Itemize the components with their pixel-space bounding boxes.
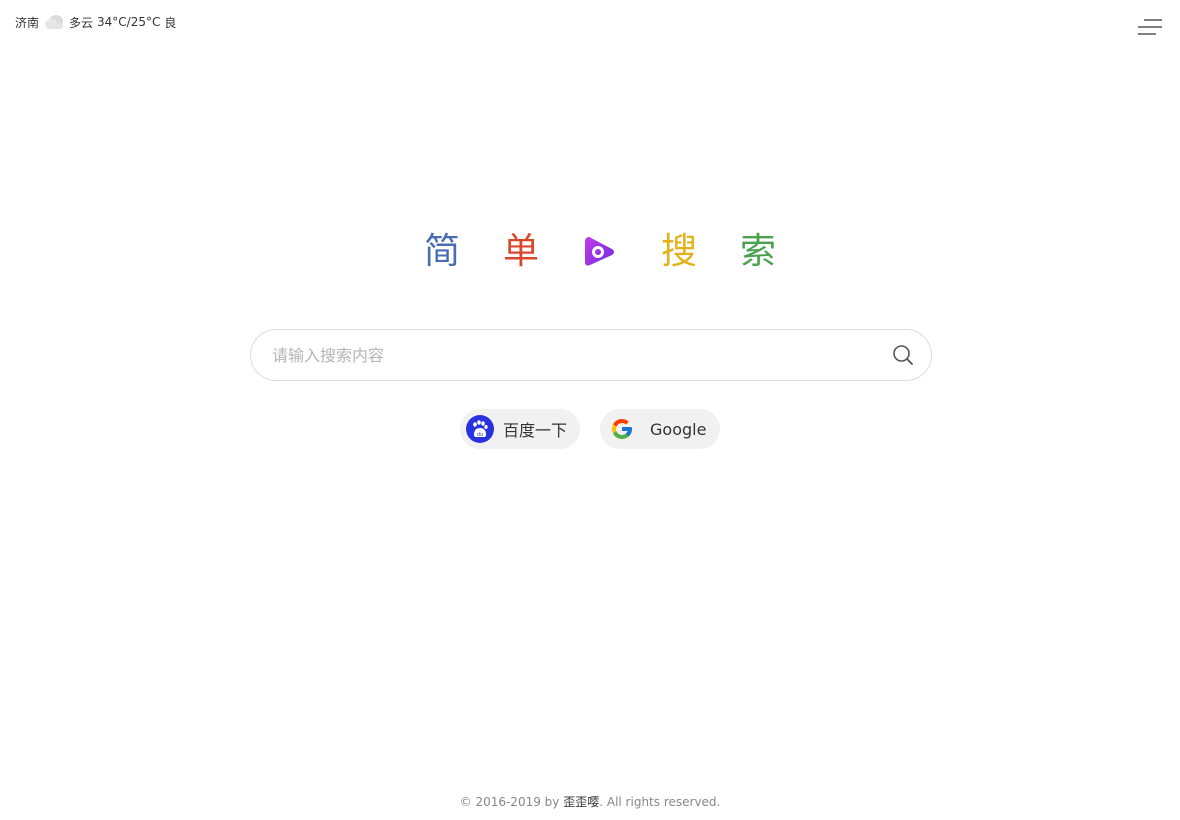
logo-char-2: 单 bbox=[502, 231, 539, 272]
page: 济南 多云 34°C/25°C 良 简 单 搜 索 请输入搜索内容 du 百度一… bbox=[0, 0, 1180, 820]
google-g-icon bbox=[608, 415, 636, 443]
google-button-label: Google bbox=[650, 419, 707, 439]
play-mark-icon bbox=[578, 228, 622, 276]
logo-char-1: 简 bbox=[423, 231, 460, 272]
footer-author-link[interactable]: 歪歪嘤 bbox=[563, 795, 599, 809]
cloudy-icon bbox=[43, 13, 65, 31]
search-icon[interactable] bbox=[875, 330, 931, 380]
search-box bbox=[250, 329, 932, 381]
footer-rights: . All rights reserved. bbox=[599, 795, 721, 809]
logo-char-4: 索 bbox=[739, 231, 776, 272]
baidu-button-label: 百度一下 bbox=[503, 421, 568, 440]
menu-icon[interactable] bbox=[1136, 16, 1164, 38]
logo-char-3: 搜 bbox=[660, 231, 697, 272]
footer: © 2016-2019 by 歪歪嘤. All rights reserved. bbox=[0, 793, 1180, 810]
search-input[interactable] bbox=[251, 330, 875, 380]
site-logo: 简 单 搜 索 bbox=[420, 228, 780, 276]
footer-copyright: © 2016-2019 by bbox=[459, 795, 560, 809]
weather-widget[interactable]: 济南 多云 34°C/25°C 良 bbox=[15, 12, 176, 32]
weather-air-quality: 良 bbox=[164, 15, 177, 30]
google-search-button[interactable]: Google bbox=[600, 409, 720, 449]
search-engine-buttons: du 百度一下 Google bbox=[0, 409, 1180, 449]
weather-temperature: 34°C/25°C bbox=[97, 15, 161, 29]
svg-text:du: du bbox=[477, 432, 483, 438]
weather-city: 济南 bbox=[15, 15, 40, 30]
baidu-search-button[interactable]: du 百度一下 bbox=[460, 409, 580, 449]
weather-condition: 多云 bbox=[69, 15, 94, 30]
baidu-paw-icon: du bbox=[466, 415, 494, 443]
